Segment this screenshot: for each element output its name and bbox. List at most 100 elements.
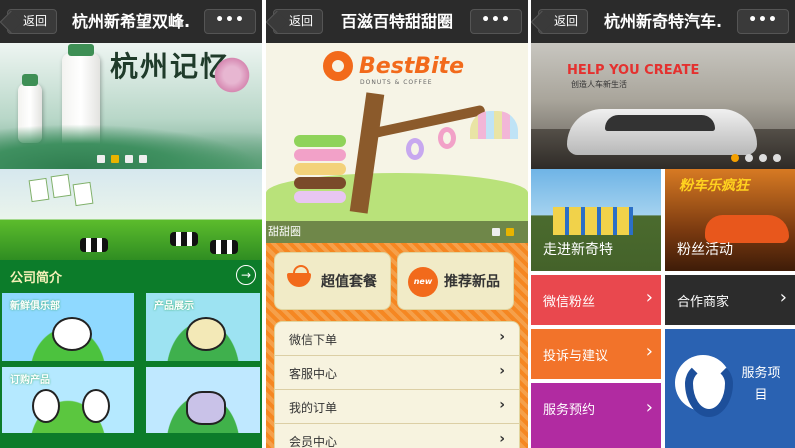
carousel-dot[interactable] xyxy=(773,154,781,162)
convertible-car-image xyxy=(567,109,757,155)
brand-subtitle: DONUTS & COFFEE xyxy=(360,79,433,86)
back-button[interactable]: 返回 xyxy=(7,9,57,34)
chevron-right-icon: › xyxy=(645,287,653,308)
hero-banner[interactable]: BestBite DONUTS & COFFEE 甜甜圈 xyxy=(266,43,528,243)
top-bar: 返回 杭州新希望双峰. ••• xyxy=(0,0,262,43)
brand-name: BestBite xyxy=(359,53,465,79)
fan-event-logo: 粉车乐疯狂 xyxy=(679,178,749,194)
tile-fan-activities[interactable]: 粉车乐疯狂 粉丝活动 xyxy=(665,169,795,271)
tile-wechat-fans[interactable]: 微信粉丝 › xyxy=(531,275,661,325)
menu-list: 微信下单 › 客服中心 › 我的订单 › 会员中心 › xyxy=(274,321,520,448)
tile-label: 粉丝活动 xyxy=(677,242,733,258)
menu-item-member-center[interactable]: 会员中心 › xyxy=(275,424,519,448)
tile-products[interactable]: 产品展示 xyxy=(144,291,262,363)
page-title: 杭州新奇特汽车. xyxy=(603,12,723,31)
value-set-button[interactable]: 超值套餐 xyxy=(274,252,391,310)
tile-label: 走进新奇特 xyxy=(543,242,613,258)
menu-item-label: 会员中心 xyxy=(289,435,338,448)
content-area: 超值套餐 new 推荐新品 微信下单 › 客服中心 › 我的订单 › 会员中心 … xyxy=(266,243,528,448)
cow-image xyxy=(210,240,238,254)
menu-item-wechat-order[interactable]: 微信下单 › xyxy=(275,322,519,356)
back-button-label: 返回 xyxy=(288,14,313,28)
carousel-dot[interactable] xyxy=(125,155,133,163)
magnolia-flower-image xyxy=(212,55,252,95)
menu-item-label: 微信下单 xyxy=(289,333,338,347)
hero-banner[interactable]: HELP YOU CREATE 创造人车新生活 xyxy=(531,43,795,169)
hero-banner[interactable]: 杭州记忆 xyxy=(0,43,262,169)
donut-icon xyxy=(323,51,353,81)
dealership-building-image xyxy=(553,207,633,235)
new-products-button[interactable]: new 推荐新品 xyxy=(397,252,514,310)
chevron-right-icon: › xyxy=(499,397,505,413)
chevron-right-icon: › xyxy=(779,287,787,308)
more-menu-button[interactable]: ••• xyxy=(470,9,522,34)
banner-caption: 甜甜圈 xyxy=(266,221,528,243)
tile-label: 服务项目 xyxy=(741,366,781,403)
chevron-right-icon: › xyxy=(499,431,505,447)
menu-item-label: 我的订单 xyxy=(289,401,338,415)
service-logo-icon xyxy=(675,355,733,417)
menu-item-my-orders[interactable]: 我的订单 › xyxy=(275,390,519,424)
tile-about-company[interactable]: 走进新奇特 xyxy=(531,169,661,271)
carousel-dot[interactable] xyxy=(97,155,105,163)
tile-service-booking[interactable]: 服务预约 › xyxy=(531,383,661,448)
carousel-dots xyxy=(492,228,514,236)
arrow-right-icon[interactable]: → xyxy=(236,265,256,285)
slogan-banner xyxy=(0,169,262,260)
tile-partners[interactable]: 合作商家 › xyxy=(665,275,795,325)
back-button[interactable]: 返回 xyxy=(538,9,588,34)
tree-branch-image xyxy=(366,104,486,140)
carousel-dot-active[interactable] xyxy=(731,154,739,162)
carousel-dot[interactable] xyxy=(745,154,753,162)
chevron-right-icon: › xyxy=(499,363,505,379)
cow-character-icon xyxy=(82,389,110,423)
menu-item-service-center[interactable]: 客服中心 › xyxy=(275,356,519,390)
tile-label: 合作商家 xyxy=(677,295,730,310)
carousel-dot[interactable] xyxy=(139,155,147,163)
tile-order-products[interactable]: 订购产品 xyxy=(0,365,136,435)
brand-logo: BestBite xyxy=(323,49,464,83)
donut-swing-image xyxy=(438,127,456,149)
tile-complaints-suggestions[interactable]: 投诉与建议 › xyxy=(531,329,661,379)
milk-package-image xyxy=(50,173,72,199)
button-label: 超值套餐 xyxy=(321,274,377,290)
tile-label: 投诉与建议 xyxy=(543,349,609,364)
tile-label: 服务预约 xyxy=(543,403,596,418)
chevron-right-icon: › xyxy=(645,341,653,362)
top-bar: 返回 杭州新奇特汽车. ••• xyxy=(531,0,795,43)
banner-headline: HELP YOU CREATE xyxy=(567,63,700,78)
phone-panel-xinqite: 返回 杭州新奇特汽车. ••• HELP YOU CREATE 创造人车新生活 … xyxy=(531,0,795,448)
tile-fresh-club[interactable]: 新鲜俱乐部 xyxy=(0,291,136,363)
bowl-icon xyxy=(287,265,311,287)
tile-machine[interactable] xyxy=(144,365,262,435)
machine-icon xyxy=(186,391,226,425)
back-button-label: 返回 xyxy=(553,14,578,28)
carousel-dots xyxy=(731,154,781,162)
company-intro-header[interactable]: 公司简介 → xyxy=(0,260,262,291)
menu-item-label: 客服中心 xyxy=(289,367,338,381)
milk-package-image xyxy=(28,177,50,203)
menu-grid: 走进新奇特 粉车乐疯狂 粉丝活动 微信粉丝 › 合作商家 › 投诉与建议 › 服… xyxy=(531,169,795,448)
carousel-dot[interactable] xyxy=(492,228,500,236)
top-bar: 返回 百滋百特甜甜圈 ••• xyxy=(266,0,528,43)
cow-image xyxy=(170,232,198,246)
cow-character-icon xyxy=(186,317,226,351)
tile-service-items[interactable]: 服务项目 xyxy=(665,329,795,448)
more-menu-button[interactable]: ••• xyxy=(204,9,256,34)
tile-label: 微信粉丝 xyxy=(543,295,596,310)
carousel-dot[interactable] xyxy=(759,154,767,162)
more-menu-button[interactable]: ••• xyxy=(737,9,789,34)
chevron-right-icon: › xyxy=(499,329,505,345)
phone-panel-bestbite: 返回 百滋百特甜甜圈 ••• BestBite DONUTS & COFFEE … xyxy=(266,0,528,448)
cow-character-icon xyxy=(52,317,92,351)
banner-small-print xyxy=(134,83,194,113)
donut-stack-image xyxy=(294,135,346,205)
tile-label: 订购产品 xyxy=(10,375,50,386)
carousel-dot-active[interactable] xyxy=(111,155,119,163)
carousel-dot-active[interactable] xyxy=(506,228,514,236)
cow-character-icon xyxy=(32,389,60,423)
new-badge-icon: new xyxy=(408,267,438,297)
back-button[interactable]: 返回 xyxy=(273,9,323,34)
cow-image xyxy=(80,238,108,252)
section-title: 公司简介 xyxy=(10,271,63,286)
